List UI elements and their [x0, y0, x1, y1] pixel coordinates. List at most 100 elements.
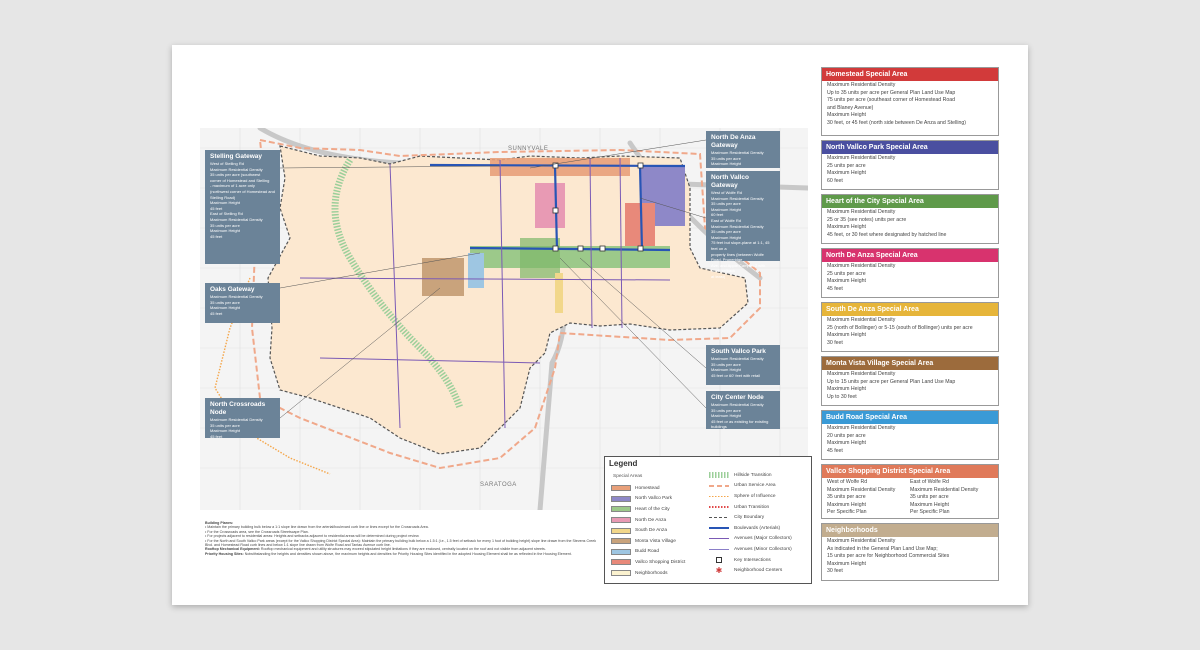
panel-homestead: Homestead Special Area Maximum Residenti…	[821, 67, 999, 136]
sphere-symbol	[709, 495, 729, 498]
legend-label: City Boundary	[734, 515, 765, 521]
legend-row: Neighborhoods	[611, 568, 685, 579]
panel-title: Monta Vista Village Special Area	[822, 357, 998, 370]
panel-line: As indicated in the General Plan Land Us…	[827, 545, 938, 552]
boulevard-symbol	[709, 527, 729, 530]
key-intersection-icon	[716, 557, 722, 564]
legend-row: ✱ Neighborhood Centers	[709, 565, 792, 576]
legend-special-areas: Homestead North Vallco Park Heart of the…	[611, 483, 685, 578]
panel-line: Maximum Residential Density	[827, 209, 896, 215]
legend-label: Budd Road	[635, 549, 660, 555]
legend-row: City Boundary	[709, 512, 792, 523]
panel-line: 30 feet	[827, 339, 843, 346]
callout-title: North Crossroads Node	[210, 401, 266, 416]
saratoga-label: SARATOGA	[480, 482, 517, 488]
major-collector-symbol	[709, 538, 729, 540]
legend-row: Boulevards (Arterials)	[709, 523, 792, 534]
building-notes: Building Planes: • Maintain the primary …	[205, 521, 597, 556]
panel-line: Maximum Residential Density	[827, 317, 896, 323]
panel-body: Maximum Residential Density As indicated…	[822, 537, 998, 577]
legend-row: North Vallco Park	[611, 494, 685, 505]
panel-line: Per Specific Plan	[827, 509, 867, 516]
panel-line: 45 feet	[827, 285, 843, 292]
callout-line: 45 feet	[210, 233, 223, 239]
legend-label: South De Anza	[635, 528, 668, 534]
map-legend: Legend Special Areas Homestead North Val…	[604, 456, 812, 584]
panel-line: 25 units per acre	[827, 162, 866, 169]
legend-label: Urban Service Area	[734, 483, 776, 489]
legend-label: Avenues (Major Collectors)	[734, 536, 792, 542]
panel-line: and Blaney Avenue)	[827, 104, 874, 111]
note-text: For projects adjacent to residential are…	[207, 534, 420, 539]
legend-label: Key Intersections	[734, 557, 771, 563]
legend-row: South De Anza	[611, 525, 685, 536]
panel-line: Maximum Height	[827, 224, 866, 231]
panel-line: Maximum Height	[910, 501, 949, 508]
panel-line: Maximum Height	[827, 170, 866, 177]
urban-transition-symbol	[709, 506, 729, 508]
legend-label: Neighborhoods	[635, 570, 668, 576]
legend-row: Homestead	[611, 483, 685, 494]
legend-row: Heart of the City	[611, 504, 685, 515]
legend-label: Monta Vista Village	[635, 538, 676, 544]
callout-oaks-gateway: Oaks Gateway Maximum Residential Density…	[205, 283, 280, 323]
panel-title: Heart of the City Special Area	[822, 195, 998, 208]
callout-north-de-anza-gateway: North De Anza Gateway Maximum Residentia…	[706, 131, 780, 172]
note-bullet: • For the North and South Vallco Park ar…	[205, 538, 597, 548]
sunnyvale-label: SUNNYVALE	[508, 146, 549, 152]
callout-line: 45 feet or as existing for existing buil…	[711, 418, 769, 430]
panel-title: Homestead Special Area	[822, 68, 998, 81]
callout-title: South Vallco Park	[711, 348, 766, 355]
legend-row: Budd Road	[611, 547, 685, 558]
homestead-area	[490, 158, 630, 176]
callout-line: 45 feet	[210, 310, 223, 316]
legend-swatch	[611, 570, 631, 577]
panel-title: South De Anza Special Area	[822, 303, 998, 316]
callout-title: North De Anza Gateway	[711, 134, 756, 149]
urban-service-symbol	[709, 484, 729, 487]
panel-title: North Vallco Park Special Area	[822, 141, 998, 154]
panel-line: Maximum Height	[827, 560, 866, 567]
note-text: For the Crossroads area, see the Crossro…	[207, 529, 309, 534]
heart-hatched	[520, 238, 560, 278]
panel-line: 35 units per acre	[827, 494, 866, 501]
callout-line: (northwest corner of Homestead and	[210, 188, 275, 194]
panel-col-west: West of Wolfe Rd Maximum Residential Den…	[827, 479, 910, 517]
panel-line: Up to 35 units per acre per General Plan…	[827, 89, 956, 96]
legend-label: Hillside Transition	[734, 472, 772, 478]
panel-title: Neighborhoods	[822, 524, 998, 537]
panel-line: Maximum Residential Density	[827, 263, 896, 269]
legend-row: Avenues (Minor Collectors)	[709, 544, 792, 555]
callout-title: City Center Node	[711, 394, 764, 401]
panel-title: Vallco Shopping District Special Area	[822, 465, 998, 478]
legend-label: Vallco Shopping District	[635, 559, 686, 565]
legend-row: North De Anza	[611, 515, 685, 526]
panel-line: Maximum Height	[827, 332, 866, 339]
hillside-symbol	[709, 472, 729, 479]
panel-body: Maximum Residential Density 20 units per…	[822, 424, 998, 456]
city-boundary-symbol	[709, 516, 729, 519]
north-de-anza-area	[535, 183, 565, 228]
legend-row: Urban Transition	[709, 502, 792, 513]
panel-north-de-anza: North De Anza Special Area Maximum Resid…	[821, 248, 999, 298]
legend-swatch	[611, 538, 631, 545]
callout-north-crossroads: North Crossroads Node Maximum Residentia…	[205, 398, 280, 439]
callout-city-center-node: City Center Node Maximum Residential Den…	[706, 391, 780, 429]
legend-swatch	[611, 527, 631, 534]
panel-line: Maximum Height	[827, 440, 866, 447]
note-priority: Priority Housing Sites: Notwithstanding …	[205, 552, 597, 556]
panel-line: 15 units per acre for Neighborhood Comme…	[827, 553, 950, 560]
panel-line: 25 or 35 (see notes) units per acre	[827, 216, 907, 223]
panel-body: Maximum Residential Density 25 or 35 (se…	[822, 208, 998, 240]
legend-special-areas-title: Special Areas	[613, 474, 643, 479]
legend-row: Vallco Shopping District	[611, 557, 685, 568]
callout-line: 75 feet but slope-plane at 1:1, 45 feet …	[711, 240, 770, 251]
panel-south-de-anza: South De Anza Special Area Maximum Resid…	[821, 302, 999, 352]
panel-heart-of-city: Heart of the City Special Area Maximum R…	[821, 194, 999, 244]
panel-line: 20 units per acre	[827, 432, 866, 439]
panel-line: Maximum Height	[827, 278, 866, 285]
callout-north-vallco-gateway: North Vallco Gateway West of Wolfe Rd Ma…	[706, 171, 780, 279]
legend-row: Avenues (Major Collectors)	[709, 534, 792, 545]
legend-title: Legend	[609, 459, 638, 468]
panel-title: North De Anza Special Area	[822, 249, 998, 262]
